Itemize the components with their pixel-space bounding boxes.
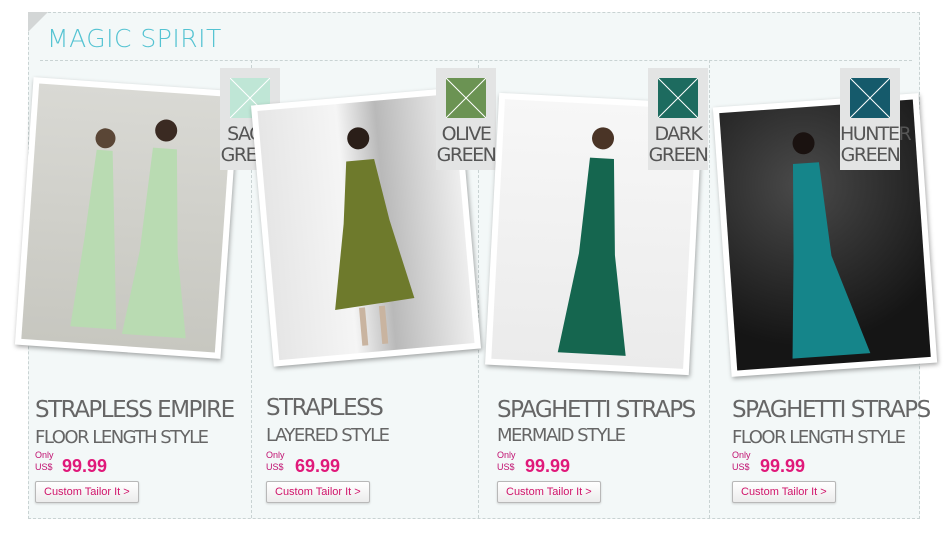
currency-label: US$ bbox=[732, 462, 750, 472]
product-name-line2: MERMAID STYLE bbox=[497, 425, 626, 446]
olive-green-swatch bbox=[446, 78, 486, 118]
product-name-line1[interactable]: STRAPLESS EMPIRE bbox=[35, 397, 235, 423]
color-name-line1: HUNTER bbox=[840, 123, 912, 145]
custom-tailor-button[interactable]: Custom Tailor It > bbox=[732, 481, 836, 503]
only-label: Only bbox=[35, 450, 54, 460]
color-name-line2: GREEN bbox=[840, 144, 901, 166]
custom-tailor-button[interactable]: Custom Tailor It > bbox=[266, 481, 370, 503]
section-title: MAGIC SPIRIT bbox=[47, 24, 222, 53]
price: 69.99 bbox=[295, 456, 341, 476]
color-name-line2: GREEN bbox=[436, 144, 497, 166]
product-name-line2: FLOOR LENGTH STYLE bbox=[35, 427, 209, 448]
color-tag: DARK GREEN bbox=[648, 68, 709, 170]
product-name-line2: FLOOR LENGTH STYLE bbox=[732, 427, 906, 448]
product-photo-sage-green[interactable] bbox=[14, 77, 240, 359]
currency-label: US$ bbox=[497, 462, 515, 472]
color-name-line1: DARK bbox=[654, 123, 703, 145]
product-name-line1[interactable]: STRAPLESS bbox=[266, 395, 384, 421]
only-label: Only bbox=[266, 450, 285, 460]
column-divider bbox=[709, 60, 710, 518]
color-name-line2: GREEN bbox=[648, 144, 709, 166]
dress-figure bbox=[70, 119, 186, 339]
price: 99.99 bbox=[525, 456, 571, 476]
product-name-line1[interactable]: SPAGHETTI STRAPS bbox=[497, 397, 696, 423]
product-name-line1[interactable]: SPAGHETTI STRAPS bbox=[732, 397, 931, 423]
currency-label: US$ bbox=[266, 462, 284, 472]
currency-label: US$ bbox=[35, 462, 53, 472]
header-divider bbox=[40, 60, 912, 61]
price: 99.99 bbox=[62, 456, 108, 476]
color-name-line1: OLIVE bbox=[441, 123, 492, 145]
color-tag: HUNTER GREEN bbox=[840, 68, 912, 170]
custom-tailor-button[interactable]: Custom Tailor It > bbox=[497, 481, 601, 503]
dark-green-swatch bbox=[658, 78, 698, 118]
only-label: Only bbox=[732, 450, 751, 460]
price: 99.99 bbox=[760, 456, 806, 476]
only-label: Only bbox=[497, 450, 516, 460]
hunter-green-swatch bbox=[850, 78, 890, 118]
corner-fold bbox=[28, 12, 48, 32]
color-tag: OLIVE GREEN bbox=[436, 68, 497, 170]
custom-tailor-button[interactable]: Custom Tailor It > bbox=[35, 481, 139, 503]
product-name-line2: LAYERED STYLE bbox=[266, 425, 390, 446]
